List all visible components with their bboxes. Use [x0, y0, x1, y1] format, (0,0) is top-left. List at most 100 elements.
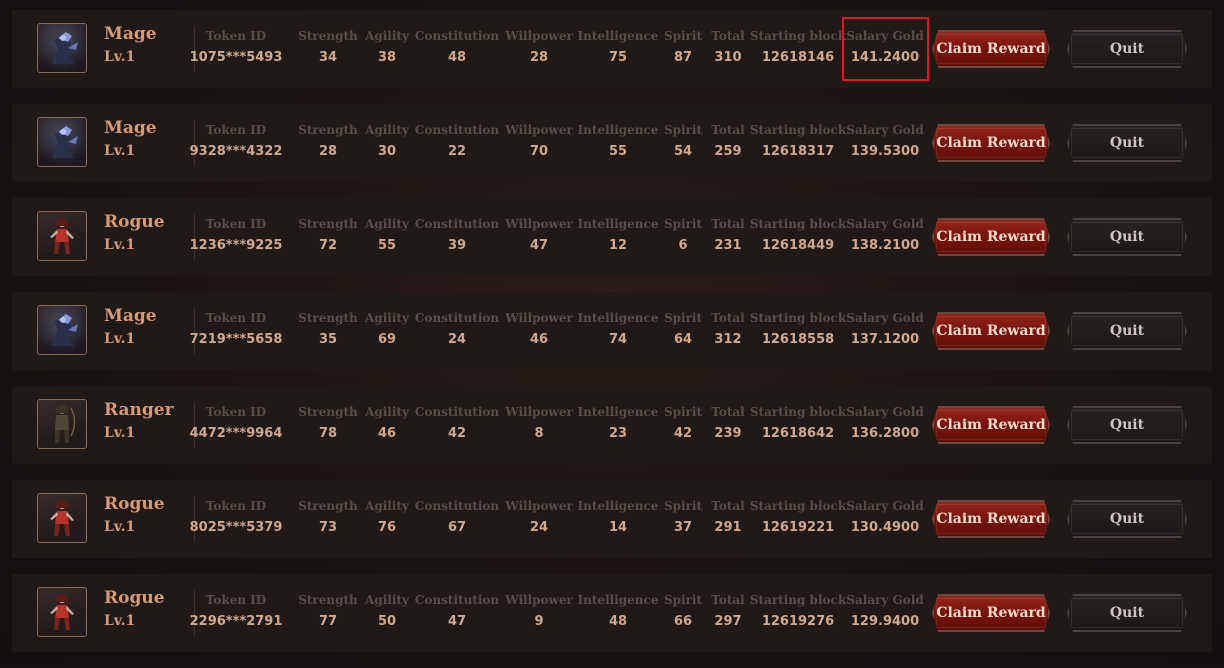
strength-value: 78: [318, 426, 338, 441]
starting-block-value: 12619276: [761, 614, 835, 629]
agility-label: Agility: [365, 311, 409, 325]
quit-button[interactable]: Quit: [1067, 124, 1187, 162]
claim-reward-button[interactable]: Claim Reward: [932, 30, 1050, 68]
spirit-cell: Spirit 6: [664, 216, 702, 254]
salary-gold-value: 136.2800: [850, 426, 920, 441]
willpower-label: Willpower: [505, 123, 573, 137]
hero-portrait: [37, 399, 87, 449]
total-cell: Total 310: [711, 28, 744, 66]
claim-reward-button[interactable]: Claim Reward: [932, 124, 1050, 162]
total-label: Total: [711, 123, 745, 137]
claim-reward-button[interactable]: Claim Reward: [932, 406, 1050, 444]
token-id-value: 4472***9964: [189, 426, 283, 441]
quit-button[interactable]: Quit: [1067, 218, 1187, 256]
willpower-label: Willpower: [505, 217, 573, 231]
spirit-label: Spirit: [663, 29, 703, 43]
claim-reward-button[interactable]: Claim Reward: [932, 594, 1050, 632]
intelligence-label: Intelligence: [577, 29, 659, 43]
quit-button[interactable]: Quit: [1067, 406, 1187, 444]
token-id-value: 7219***5658: [189, 332, 283, 347]
starting-block-label: Starting block: [749, 217, 847, 231]
constitution-label: Constitution: [414, 593, 500, 607]
spirit-value: 42: [673, 426, 693, 441]
constitution-value: 42: [447, 426, 467, 441]
spirit-cell: Spirit 37: [664, 498, 702, 536]
spirit-label: Spirit: [663, 311, 703, 325]
constitution-value: 22: [447, 144, 467, 159]
starting-block-cell: Starting block 12618146: [750, 28, 846, 66]
salary-gold-label: Salary Gold: [846, 123, 924, 137]
token-id-cell: Token ID 8025***5379: [190, 498, 283, 536]
token-id-value: 9328***4322: [189, 144, 283, 159]
constitution-cell: Constitution 39: [415, 216, 499, 254]
total-label: Total: [711, 405, 745, 419]
agility-value: 55: [377, 238, 397, 253]
total-cell: Total 297: [711, 592, 744, 630]
strength-cell: Strength 77: [298, 592, 358, 630]
spirit-value: 54: [673, 144, 693, 159]
willpower-cell: Willpower 70: [505, 122, 573, 160]
spirit-value: 6: [678, 238, 688, 253]
hero-class: Rogue: [104, 212, 165, 232]
total-value: 297: [714, 614, 742, 629]
hero-level: Lv.1: [104, 237, 136, 253]
agility-value: 69: [377, 332, 397, 347]
strength-label: Strength: [298, 499, 358, 513]
constitution-value: 24: [447, 332, 467, 347]
intelligence-value: 55: [608, 144, 628, 159]
spirit-cell: Spirit 87: [664, 28, 702, 66]
hero-class: Mage: [104, 24, 157, 44]
quit-button[interactable]: Quit: [1067, 30, 1187, 68]
strength-cell: Strength 72: [298, 216, 358, 254]
total-label: Total: [711, 593, 745, 607]
willpower-cell: Willpower 8: [505, 404, 573, 442]
hero-portrait: [37, 211, 87, 261]
quit-button[interactable]: Quit: [1067, 594, 1187, 632]
token-id-cell: Token ID 7219***5658: [190, 310, 283, 348]
strength-cell: Strength 28: [298, 122, 358, 160]
willpower-value: 46: [529, 332, 549, 347]
total-cell: Total 239: [711, 404, 744, 442]
quit-button[interactable]: Quit: [1067, 500, 1187, 538]
agility-cell: Agility 38: [365, 28, 409, 66]
strength-value: 34: [318, 50, 338, 65]
token-id-label: Token ID: [205, 123, 267, 137]
token-id-label: Token ID: [205, 499, 267, 513]
quit-button[interactable]: Quit: [1067, 312, 1187, 350]
claim-reward-button[interactable]: Claim Reward: [932, 218, 1050, 256]
agility-value: 76: [377, 520, 397, 535]
constitution-label: Constitution: [414, 123, 500, 137]
constitution-label: Constitution: [414, 405, 500, 419]
constitution-label: Constitution: [414, 217, 500, 231]
hero-row: Ranger Lv.1 Token ID 4472***9964 Strengt…: [12, 386, 1212, 464]
constitution-value: 67: [447, 520, 467, 535]
starting-block-value: 12618558: [761, 332, 835, 347]
claim-reward-button[interactable]: Claim Reward: [932, 500, 1050, 538]
hero-level: Lv.1: [104, 613, 136, 629]
willpower-value: 70: [529, 144, 549, 159]
salary-gold-label: Salary Gold: [846, 311, 924, 325]
agility-label: Agility: [365, 29, 409, 43]
token-id-label: Token ID: [205, 217, 267, 231]
intelligence-value: 12: [608, 238, 628, 253]
agility-cell: Agility 55: [365, 216, 409, 254]
intelligence-label: Intelligence: [577, 405, 659, 419]
salary-gold-value: 130.4900: [850, 520, 920, 535]
hero-class: Mage: [104, 306, 157, 326]
hero-portrait: [37, 305, 87, 355]
willpower-value: 47: [529, 238, 549, 253]
total-value: 239: [714, 426, 742, 441]
hero-class: Mage: [104, 118, 157, 138]
starting-block-value: 12618146: [761, 50, 835, 65]
spirit-label: Spirit: [663, 499, 703, 513]
starting-block-cell: Starting block 12618642: [750, 404, 846, 442]
starting-block-label: Starting block: [749, 405, 847, 419]
constitution-label: Constitution: [414, 29, 500, 43]
starting-block-cell: Starting block 12619276: [750, 592, 846, 630]
constitution-cell: Constitution 24: [415, 310, 499, 348]
claim-reward-button[interactable]: Claim Reward: [932, 312, 1050, 350]
salary-gold-cell: Salary Gold 137.1200: [846, 310, 923, 348]
salary-gold-cell: Salary Gold 129.9400: [846, 592, 923, 630]
total-cell: Total 291: [711, 498, 744, 536]
constitution-cell: Constitution 42: [415, 404, 499, 442]
